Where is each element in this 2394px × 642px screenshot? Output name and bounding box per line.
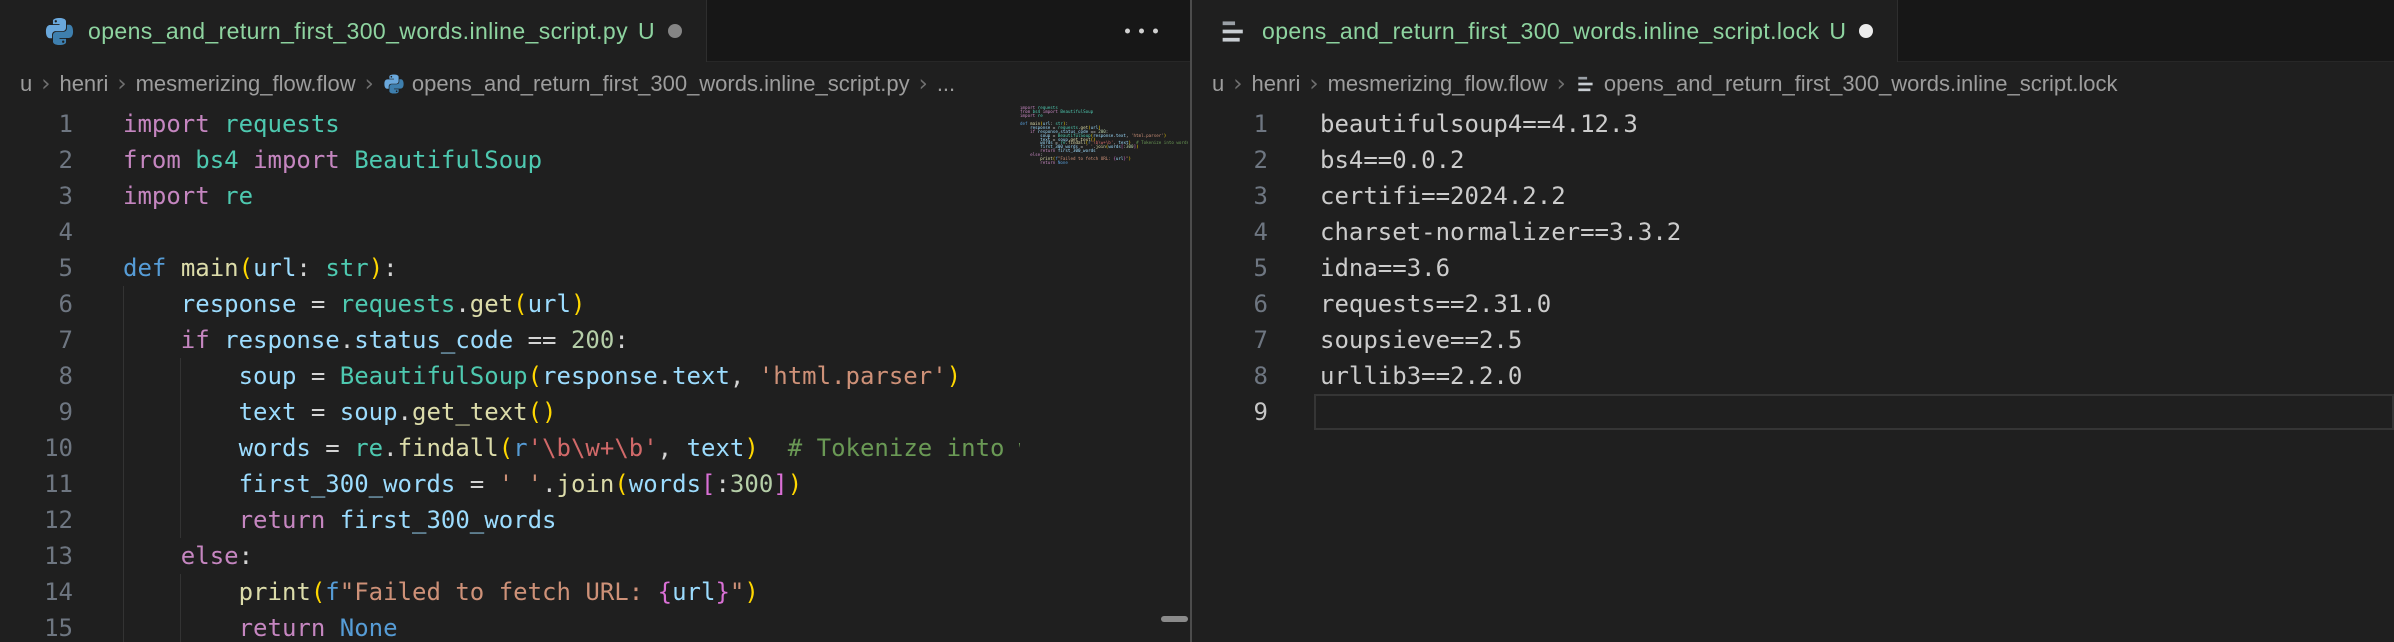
code-content[interactable]: import requestsfrom bs4 import Beautiful…	[123, 106, 1020, 642]
breadcrumb: u › henri › mesmerizing_flow.flow › opens_and_…	[1192, 62, 2394, 106]
line-number: 9	[0, 394, 73, 430]
code-line[interactable]: charset-normalizer==3.3.2	[1320, 214, 2394, 250]
breadcrumb-item[interactable]: opens_and_return_first_300_words.inline_…	[1575, 71, 2118, 97]
breadcrumb-separator: ›	[1233, 71, 1242, 97]
code-line[interactable]: return None	[1020, 161, 1188, 165]
code-line[interactable]: import requests	[123, 106, 1020, 142]
code-line[interactable]	[123, 214, 1020, 250]
line-number: 14	[0, 574, 73, 610]
editor-group-left: opens_and_return_first_300_words.inline_…	[0, 0, 1190, 642]
breadcrumb-separator: ›	[1557, 71, 1566, 97]
line-number: 9	[1192, 394, 1268, 430]
tab-python-file[interactable]: opens_and_return_first_300_words.inline_…	[0, 0, 707, 62]
code-line[interactable]: return None	[123, 610, 1020, 642]
line-number: 5	[0, 250, 73, 286]
code-line[interactable]: soup = BeautifulSoup(response.text, 'htm…	[123, 358, 1020, 394]
unsaved-dot[interactable]	[668, 24, 682, 38]
breadcrumb-item[interactable]: u	[20, 71, 32, 97]
code-line[interactable]: certifi==2024.2.2	[1320, 178, 2394, 214]
code-line[interactable]: def main(url: str):	[123, 250, 1020, 286]
code-line[interactable]: requests==2.31.0	[1320, 286, 2394, 322]
line-number: 7	[1192, 322, 1268, 358]
line-number: 5	[1192, 250, 1268, 286]
line-number: 4	[1192, 214, 1268, 250]
line-number: 15	[0, 610, 73, 642]
line-number: 8	[0, 358, 73, 394]
current-line-highlight	[1314, 394, 2394, 430]
tab-label: opens_and_return_first_300_words.inline_…	[1262, 18, 1819, 45]
line-number: 10	[0, 430, 73, 466]
line-number: 7	[0, 322, 73, 358]
code-line[interactable]: else:	[123, 538, 1020, 574]
line-number: 2	[1192, 142, 1268, 178]
indent-guide	[180, 574, 181, 642]
git-status-badge: U	[638, 18, 655, 45]
breadcrumb-separator: ›	[919, 71, 928, 97]
line-number: 12	[0, 502, 73, 538]
code-line[interactable]: words = re.findall(r'\b\w+\b', text) # T…	[123, 430, 1020, 466]
scrollbar-marker[interactable]	[1161, 616, 1188, 622]
editor-group-right: opens_and_return_first_300_words.inline_…	[1190, 0, 2394, 642]
breadcrumb-item[interactable]: opens_and_return_first_300_words.inline_…	[383, 71, 910, 97]
code-line[interactable]: idna==3.6	[1320, 250, 2394, 286]
indent-guide	[123, 286, 124, 642]
breadcrumb-separator: ›	[1309, 71, 1318, 97]
code-line[interactable]: from bs4 import BeautifulSoup	[123, 142, 1020, 178]
line-number-gutter[interactable]: 123456789101112131415	[0, 106, 123, 642]
line-number: 11	[0, 466, 73, 502]
breadcrumb-separator: ›	[365, 71, 374, 97]
code-line[interactable]: print(f"Failed to fetch URL: {url}")	[123, 574, 1020, 610]
code-editor-python[interactable]: 123456789101112131415 import requestsfro…	[0, 106, 1190, 642]
breadcrumb-item[interactable]: henri	[1251, 71, 1300, 97]
python-icon	[44, 16, 75, 47]
tab-label: opens_and_return_first_300_words.inline_…	[88, 18, 628, 45]
breadcrumb-separator: ›	[117, 71, 126, 97]
code-editor-lock[interactable]: 123456789 beautifulsoup4==4.12.3bs4==0.0…	[1192, 106, 2394, 642]
line-number: 8	[1192, 358, 1268, 394]
breadcrumb-item[interactable]: u	[1212, 71, 1224, 97]
list-file-icon	[1218, 16, 1249, 47]
line-number: 13	[0, 538, 73, 574]
breadcrumb-item[interactable]: ...	[937, 71, 955, 97]
line-number: 4	[0, 214, 73, 250]
code-content[interactable]: beautifulsoup4==4.12.3bs4==0.0.2certifi=…	[1320, 106, 2394, 642]
line-number: 6	[1192, 286, 1268, 322]
breadcrumb-item[interactable]: mesmerizing_flow.flow	[1328, 71, 1548, 97]
code-line[interactable]: urllib3==2.2.0	[1320, 358, 2394, 394]
tab-bar-right: opens_and_return_first_300_words.inline_…	[1192, 0, 2394, 62]
code-line[interactable]: response = requests.get(url)	[123, 286, 1020, 322]
git-status-badge: U	[1829, 18, 1846, 45]
line-number: 3	[1192, 178, 1268, 214]
line-number-gutter[interactable]: 123456789	[1192, 106, 1320, 642]
code-line[interactable]: beautifulsoup4==4.12.3	[1320, 106, 2394, 142]
breadcrumb-separator: ›	[41, 71, 50, 97]
line-number: 3	[0, 178, 73, 214]
tab-bar-left: opens_and_return_first_300_words.inline_…	[0, 0, 1190, 62]
more-actions-icon[interactable]	[1125, 28, 1158, 33]
breadcrumb-item[interactable]: henri	[59, 71, 108, 97]
code-line[interactable]: first_300_words = ' '.join(words[:300])	[123, 466, 1020, 502]
editor-split-view: opens_and_return_first_300_words.inline_…	[0, 0, 2394, 642]
breadcrumb: u › henri › mesmerizing_flow.flow › opens_and_…	[0, 62, 1190, 106]
code-line[interactable]: text = soup.get_text()	[123, 394, 1020, 430]
line-number: 6	[0, 286, 73, 322]
list-icon	[1575, 73, 1597, 95]
indent-guide	[180, 358, 181, 538]
line-number: 1	[0, 106, 73, 142]
code-line[interactable]: bs4==0.0.2	[1320, 142, 2394, 178]
tab-lock-file[interactable]: opens_and_return_first_300_words.inline_…	[1192, 0, 1898, 62]
unsaved-dot[interactable]	[1859, 24, 1873, 38]
python-icon	[383, 73, 405, 95]
code-line[interactable]: if response.status_code == 200:	[123, 322, 1020, 358]
line-number: 1	[1192, 106, 1268, 142]
code-line[interactable]: return first_300_words	[123, 502, 1020, 538]
minimap[interactable]: import requestsfrom bs4 import Beautiful…	[1020, 106, 1188, 642]
line-number: 2	[0, 142, 73, 178]
code-line[interactable]: import re	[123, 178, 1020, 214]
code-line[interactable]: soupsieve==2.5	[1320, 322, 2394, 358]
breadcrumb-item[interactable]: mesmerizing_flow.flow	[136, 71, 356, 97]
